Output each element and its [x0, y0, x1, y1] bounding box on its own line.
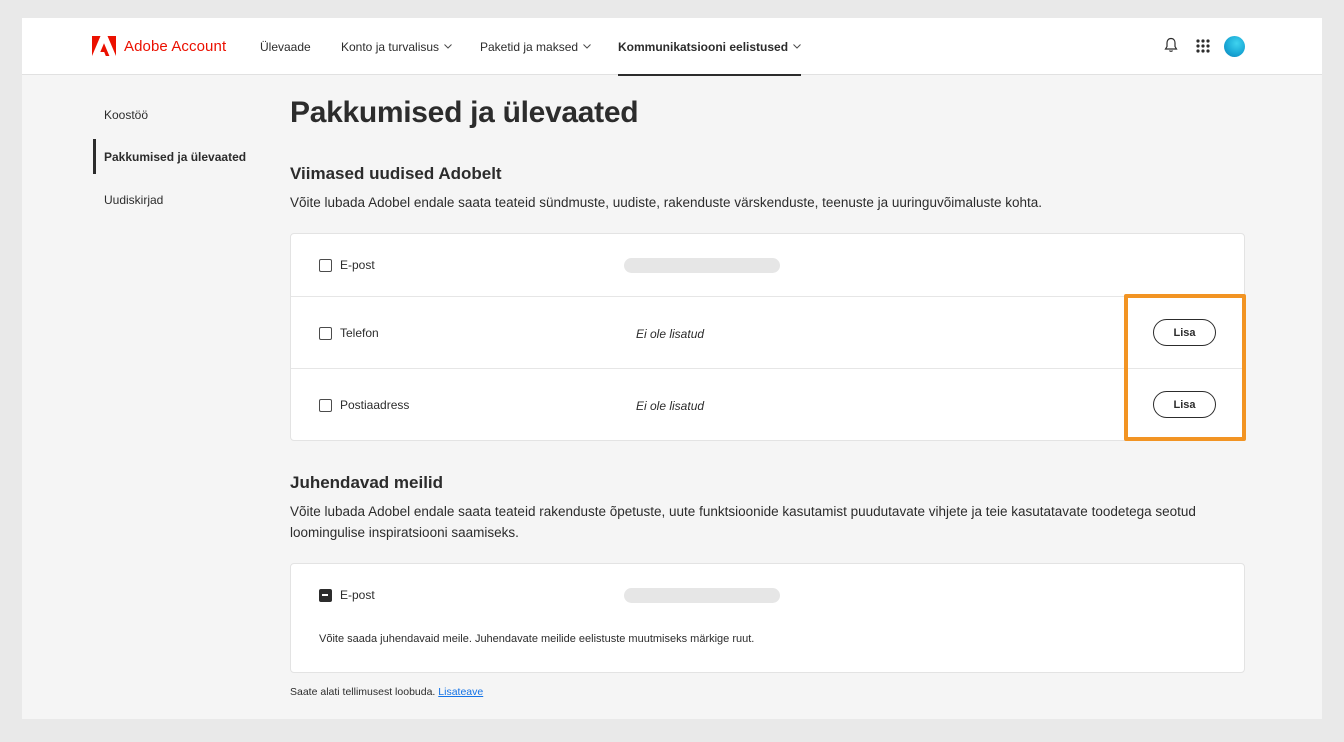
page-title: Pakkumised ja ülevaated	[290, 96, 639, 129]
postal-address-checkbox[interactable]	[319, 399, 332, 412]
chevron-down-icon	[793, 44, 801, 49]
nav-account-security[interactable]: Konto ja turvalisus	[341, 18, 452, 75]
nav-plans-payments-label: Paketid ja maksed	[480, 39, 579, 54]
chevron-down-icon	[583, 44, 591, 49]
postal-address-row: Postiaadress Ei ole lisatud Lisa	[291, 369, 1244, 441]
nav-communication-preferences[interactable]: Kommunikatsiooni eelistused	[618, 18, 802, 76]
guidance-preferences-card: E-post Võite saada juhendavaid meile. Ju…	[290, 563, 1245, 673]
section-title-news: Viimased uudised Adobelt	[290, 164, 502, 183]
footer-note: Saate alati tellimusest loobuda. Lisatea…	[290, 686, 483, 698]
nav-communication-preferences-label: Kommunikatsiooni eelistused	[618, 39, 789, 54]
email-label: E-post	[340, 258, 375, 272]
nav-overview-label: Ülevaade	[260, 39, 311, 54]
sidebar-item-label: Koostöö	[104, 107, 149, 122]
phone-row: Telefon Ei ole lisatud Lisa	[291, 297, 1244, 369]
postal-address-value: Ei ole lisatud	[636, 399, 705, 413]
sidebar-item-offers-insights[interactable]: Pakkumised ja ülevaated	[93, 139, 246, 174]
guidance-email-label: E-post	[340, 588, 375, 602]
sidebar-item-collaboration[interactable]: Koostöö	[93, 97, 148, 132]
nav-overview[interactable]: Ülevaade	[260, 18, 311, 75]
email-value-placeholder	[624, 258, 780, 273]
email-checkbox[interactable]	[319, 259, 332, 272]
adobe-icon	[92, 36, 116, 56]
add-phone-button[interactable]: Lisa	[1153, 319, 1216, 346]
adobe-logo[interactable]: Adobe Account	[92, 36, 226, 56]
sidebar-item-label: Uudiskirjad	[104, 192, 164, 207]
section-title-guidance: Juhendavad meilid	[290, 473, 444, 492]
nav-plans-payments[interactable]: Paketid ja maksed	[480, 18, 591, 75]
guidance-email-value-placeholder	[624, 588, 780, 603]
section-description-news: Võite lubada Adobel endale saata teateid…	[290, 195, 1043, 210]
add-postal-address-button[interactable]: Lisa	[1153, 391, 1216, 418]
bell-icon[interactable]	[1164, 37, 1178, 53]
sidebar-item-newsletters[interactable]: Uudiskirjad	[93, 182, 163, 217]
nav-account-security-label: Konto ja turvalisus	[341, 39, 440, 54]
phone-checkbox[interactable]	[319, 327, 332, 340]
sidebar-item-label: Pakkumised ja ülevaated	[104, 149, 247, 164]
phone-label: Telefon	[340, 326, 379, 340]
email-row: E-post	[291, 234, 1244, 297]
section-description-guidance: Võite lubada Adobel endale saata teateid…	[290, 504, 1196, 540]
phone-value: Ei ole lisatud	[636, 327, 705, 341]
chevron-down-icon	[444, 44, 452, 49]
learn-more-link[interactable]: Lisateave	[438, 686, 483, 698]
apps-grid-icon[interactable]	[1196, 39, 1210, 53]
top-header: Adobe Account Ülevaade Konto ja turvalis…	[22, 18, 1322, 76]
brand-name: Adobe Account	[124, 37, 227, 55]
app-frame: Adobe Account Ülevaade Konto ja turvalis…	[22, 18, 1322, 719]
postal-address-label: Postiaadress	[340, 398, 410, 412]
guidance-email-checkbox[interactable]	[319, 589, 332, 602]
footer-note-text: Saate alati tellimusest loobuda.	[290, 686, 436, 698]
news-preferences-card: E-post Telefon Ei ole lisatud Lisa Posti…	[290, 233, 1245, 441]
user-avatar[interactable]	[1224, 36, 1245, 57]
guidance-note: Võite saada juhendavaid meile. Juhendava…	[319, 633, 755, 645]
